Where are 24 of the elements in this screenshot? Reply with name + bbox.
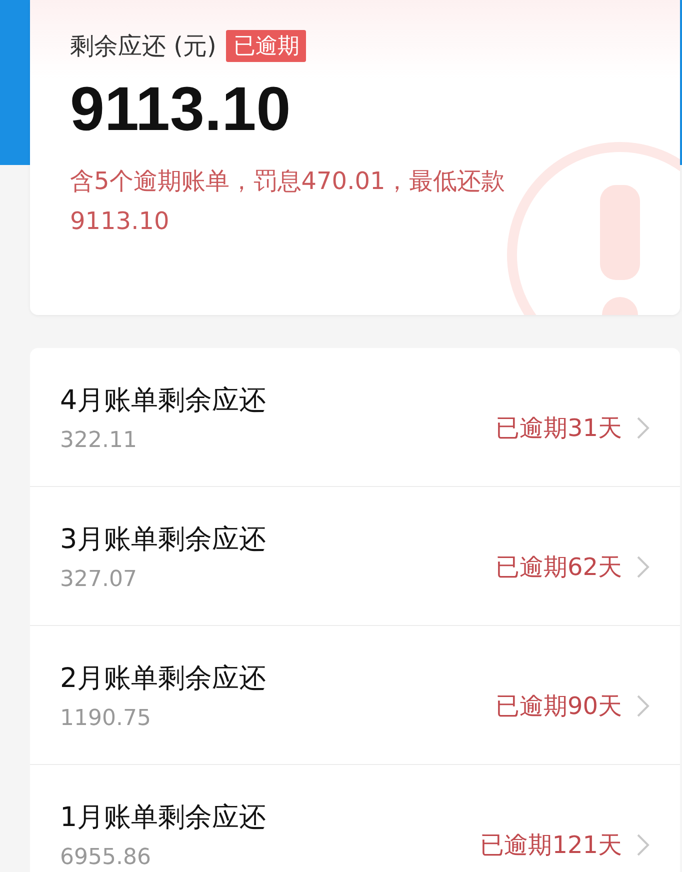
overdue-status: 已逾期62天 bbox=[495, 552, 622, 583]
bill-row[interactable]: 2月账单剩余应还 1190.75 已逾期90天 bbox=[30, 626, 680, 765]
chevron-icon bbox=[636, 833, 650, 857]
bill-row[interactable]: 1月账单剩余应还 6955.86 已逾期121天 bbox=[30, 765, 680, 872]
bill-amount: 6955.86 bbox=[60, 844, 152, 870]
balance-label: 剩余应还 (元) bbox=[70, 31, 216, 62]
bill-title: 1月账单剩余应还 bbox=[60, 800, 268, 834]
overdue-status: 已逾期31天 bbox=[495, 413, 622, 444]
balance-amount: 9113.10 bbox=[70, 74, 292, 145]
bill-row[interactable]: 4月账单剩余应还 322.11 已逾期31天 bbox=[30, 348, 680, 487]
chevron-icon bbox=[636, 555, 650, 579]
bill-row[interactable]: 3月账单剩余应还 327.07 已逾期62天 bbox=[30, 487, 680, 626]
overdue-note: 含5个逾期账单，罚息470.01，最低还款9113.10 bbox=[70, 166, 506, 237]
bill-title: 3月账单剩余应还 bbox=[60, 522, 268, 556]
bill-amount: 1190.75 bbox=[60, 706, 152, 730]
chevron-icon bbox=[636, 416, 650, 440]
overdue-badge: 已逾期 bbox=[226, 30, 306, 62]
chevron-icon bbox=[636, 694, 650, 718]
overdue-status: 已逾期90天 bbox=[495, 691, 622, 722]
bill-title: 4月账单剩余应还 bbox=[60, 384, 268, 418]
bill-amount: 322.11 bbox=[60, 428, 138, 452]
bill-amount: 327.07 bbox=[60, 566, 138, 592]
overdue-status: 已逾期121天 bbox=[480, 830, 622, 861]
bill-title: 2月账单剩余应还 bbox=[60, 662, 268, 696]
